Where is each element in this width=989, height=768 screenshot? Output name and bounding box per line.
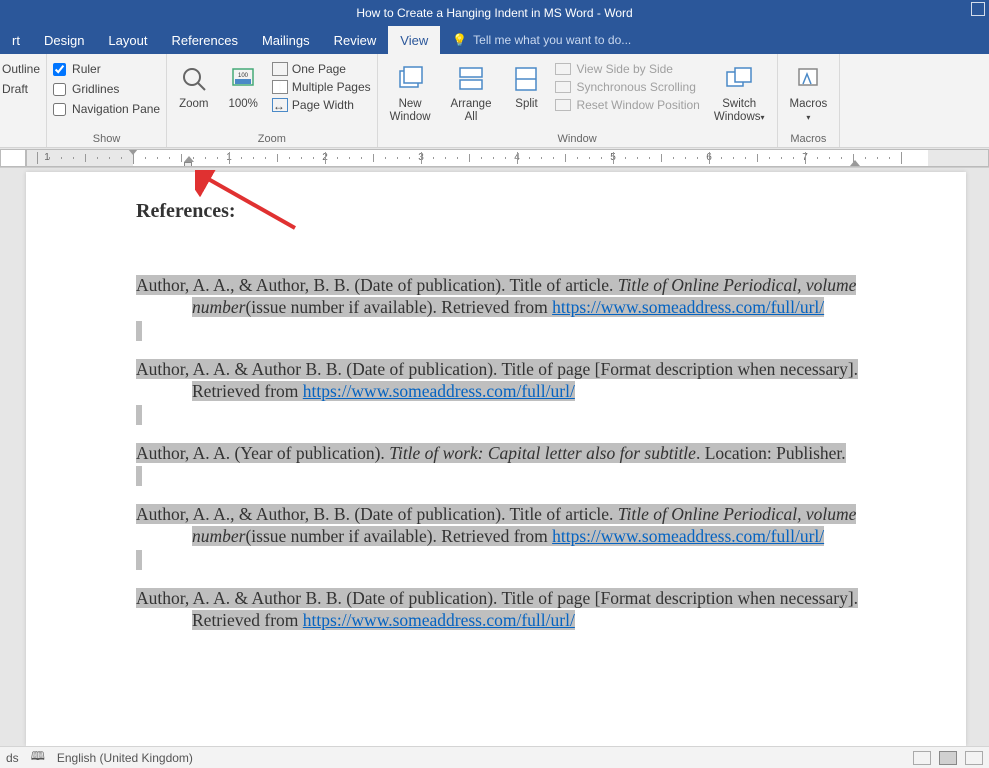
proofing-icon[interactable]: 🕮 [31, 747, 45, 768]
tab-review[interactable]: Review [322, 26, 389, 54]
zoom-100-button[interactable]: 100 100% [223, 58, 264, 111]
svg-text:100: 100 [238, 73, 249, 79]
window-title: How to Create a Hanging Indent in MS Wor… [356, 6, 632, 20]
paragraph-mark-highlight [136, 321, 142, 341]
ruler-corner[interactable] [0, 149, 26, 167]
multiple-pages-icon [272, 80, 288, 94]
paragraph-mark-highlight [136, 466, 142, 486]
status-words-partial[interactable]: ds [6, 751, 19, 765]
group-macros-label: Macros [784, 131, 834, 146]
one-page-button[interactable]: One Page [272, 62, 371, 76]
horizontal-ruler[interactable]: 11234567 [26, 149, 989, 167]
web-layout-icon[interactable] [965, 751, 983, 765]
document-page: References: Author, A. A., & Author, B. … [26, 172, 966, 746]
macros-icon [793, 62, 823, 96]
group-views: Outline Draft [0, 54, 47, 147]
group-show: Ruler Gridlines Navigation Pane Show [47, 54, 167, 147]
chevron-down-icon: ▾ [806, 113, 810, 122]
page-width-button[interactable]: ↔ Page Width [272, 98, 371, 112]
tab-view[interactable]: View [388, 26, 440, 54]
reference-entry[interactable]: Author, A. A., & Author, B. B. (Date of … [136, 504, 878, 548]
tab-layout[interactable]: Layout [96, 26, 159, 54]
arrange-all-button[interactable]: Arrange All [445, 58, 498, 124]
sync-scroll-icon [555, 81, 571, 93]
reset-window-button: Reset Window Position [555, 98, 699, 112]
reference-entry[interactable]: Author, A. A., & Author, B. B. (Date of … [136, 275, 878, 319]
checkbox-gridlines[interactable]: Gridlines [53, 82, 160, 96]
right-indent-marker[interactable] [850, 160, 860, 166]
magnifier-icon [180, 62, 208, 96]
reference-link[interactable]: https://www.someaddress.com/full/url/ [552, 526, 824, 546]
group-zoom-label: Zoom [173, 131, 371, 146]
paragraph-mark-highlight [136, 405, 142, 425]
reference-link[interactable]: https://www.someaddress.com/full/url/ [552, 297, 824, 317]
side-by-side-icon [555, 63, 571, 75]
tell-me-placeholder: Tell me what you want to do... [473, 33, 631, 47]
zoom-button[interactable]: Zoom [173, 58, 214, 111]
macros-button[interactable]: Macros▾ [784, 58, 834, 124]
view-outline[interactable]: Outline [2, 62, 40, 76]
references-heading: References: [136, 200, 878, 223]
new-window-button[interactable]: New Window [384, 58, 437, 124]
reference-entry[interactable]: Author, A. A. (Year of publication). Tit… [136, 443, 878, 465]
reference-entry[interactable]: Author, A. A. & Author B. B. (Date of pu… [136, 359, 878, 403]
reset-window-icon [555, 99, 571, 111]
one-page-icon [272, 62, 288, 76]
window-restore-icon[interactable] [971, 2, 985, 16]
tell-me-search[interactable]: 💡 Tell me what you want to do... [440, 26, 631, 54]
switch-windows-button[interactable]: Switch Windows▾ [708, 58, 771, 124]
tab-insert-partial[interactable]: rt [0, 26, 32, 54]
gridlines-check-input[interactable] [53, 83, 66, 96]
lightbulb-icon: 💡 [452, 33, 467, 47]
switch-windows-icon [724, 62, 754, 96]
split-icon [511, 62, 541, 96]
arrange-all-icon [456, 62, 486, 96]
sync-scroll-button: Synchronous Scrolling [555, 80, 699, 94]
group-window: New Window Arrange All Split View Side b… [378, 54, 778, 147]
reference-link[interactable]: https://www.someaddress.com/full/url/ [303, 381, 575, 401]
ruler-area: 11234567 [0, 148, 989, 168]
reference-link[interactable]: https://www.someaddress.com/full/url/ [303, 610, 575, 630]
chevron-down-icon: ▾ [761, 113, 765, 122]
tab-design[interactable]: Design [32, 26, 96, 54]
status-language[interactable]: English (United Kingdom) [57, 751, 193, 765]
left-indent-marker[interactable] [184, 162, 192, 167]
navpane-check-input[interactable] [53, 103, 66, 116]
statusbar: ds 🕮 English (United Kingdom) [0, 746, 989, 768]
checkbox-ruler[interactable]: Ruler [53, 62, 160, 76]
read-mode-icon[interactable] [913, 751, 931, 765]
group-views-label [2, 131, 40, 146]
multiple-pages-button[interactable]: Multiple Pages [272, 80, 371, 94]
group-macros: Macros▾ Macros [778, 54, 841, 147]
print-layout-icon[interactable] [939, 751, 957, 765]
ribbon: Outline Draft Ruler Gridlines [0, 54, 989, 148]
ribbon-tabs: rt Design Layout References Mailings Rev… [0, 26, 989, 54]
split-button[interactable]: Split [505, 58, 547, 111]
paragraph-mark-highlight [136, 550, 142, 570]
page-width-icon: ↔ [272, 98, 288, 112]
view-draft[interactable]: Draft [2, 82, 40, 96]
group-zoom: Zoom 100 100% One Page Multiple Pages ↔ [167, 54, 378, 147]
group-window-label: Window [384, 131, 771, 146]
view-side-by-side-button: View Side by Side [555, 62, 699, 76]
new-window-icon [395, 62, 425, 96]
ruler-check-input[interactable] [53, 63, 66, 76]
tab-references[interactable]: References [159, 26, 249, 54]
checkbox-navpane[interactable]: Navigation Pane [53, 102, 160, 116]
titlebar: How to Create a Hanging Indent in MS Wor… [0, 0, 989, 26]
reference-entry[interactable]: Author, A. A. & Author B. B. (Date of pu… [136, 588, 878, 632]
group-show-label: Show [53, 131, 160, 146]
zoom-100-icon: 100 [229, 62, 257, 96]
document-scroll-area[interactable]: References: Author, A. A., & Author, B. … [0, 168, 989, 746]
tab-mailings[interactable]: Mailings [250, 26, 322, 54]
